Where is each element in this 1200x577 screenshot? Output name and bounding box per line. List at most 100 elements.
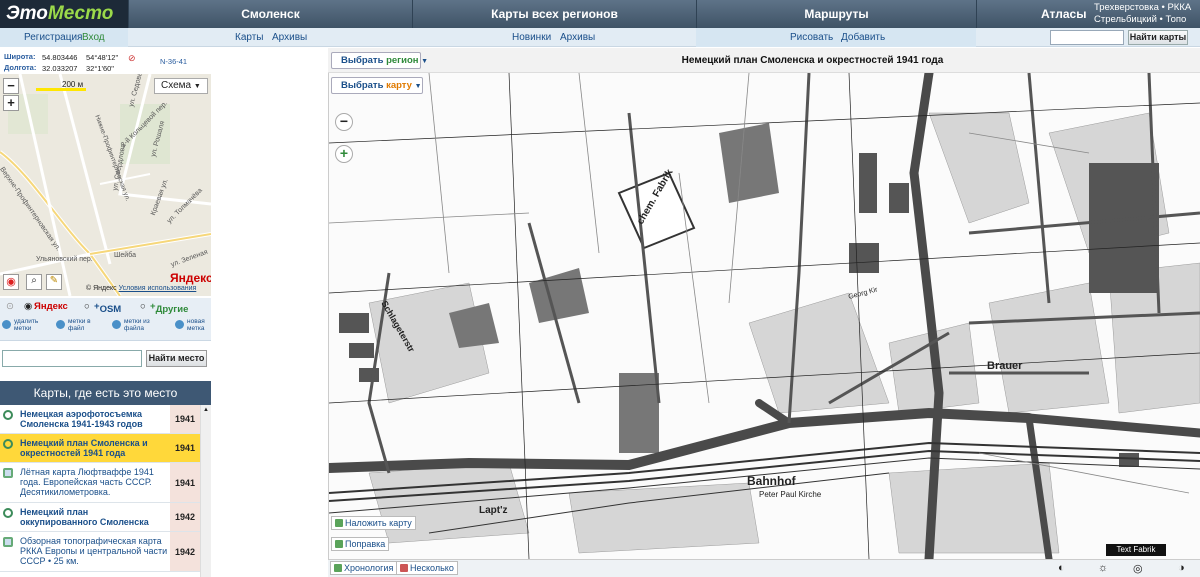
map-title[interactable]: Немецкая аэрофотосъемка Смоленска 1941-1… — [20, 409, 168, 429]
map-zoom-in-button[interactable]: + — [335, 145, 353, 163]
overlay-map-button[interactable]: Наложить карту — [331, 516, 416, 530]
layer-select[interactable]: Схема ▼ — [154, 78, 208, 94]
list-item[interactable]: Обзорная топографическая карта РККА Евро… — [0, 532, 200, 572]
quick-links-1[interactable]: Трехверстовка • РККА — [1094, 2, 1191, 13]
several-button[interactable]: Несколько — [396, 561, 458, 575]
maps-link[interactable]: Карты — [235, 32, 264, 43]
nav-routes[interactable]: Маршруты — [696, 0, 976, 28]
map-title[interactable]: Лётная карта Люфтваффе 1941 года. Европе… — [20, 467, 168, 497]
select-map-word: карту — [386, 80, 412, 91]
list-item[interactable]: Немецкий план оккупированного Смоленска … — [0, 503, 200, 532]
opacity-icon[interactable]: ◑ — [1178, 562, 1185, 574]
map-icon — [3, 508, 13, 518]
copyright: © Яндекс — [86, 285, 117, 292]
provider-other-label[interactable]: + Другие — [150, 301, 188, 315]
brightness-icon[interactable]: ☼ — [1098, 562, 1108, 574]
draw-link[interactable]: Рисовать — [790, 32, 833, 43]
sheet-id[interactable]: N-36-41 — [160, 57, 187, 66]
quick-links-2[interactable]: Стрельбицкий • Топо — [1094, 14, 1186, 25]
map-label: Bahnhof — [747, 474, 797, 488]
map-title[interactable]: Немецкий план оккупированного Смоленска — [20, 507, 168, 527]
map-title-bar: Немецкий план Смоленска и окрестностей 1… — [328, 48, 1200, 73]
find-maps-button[interactable]: Найти карты — [1128, 30, 1188, 45]
select-map-prefix: Выбрать — [341, 80, 387, 91]
chevron-down-icon: ▼ — [193, 83, 201, 90]
new-marker-button[interactable]: новая метка — [175, 318, 205, 332]
map-search-input[interactable] — [1050, 30, 1124, 45]
provider-yandex-label[interactable]: Яндекс — [34, 301, 68, 312]
map-zoom-out-button[interactable]: − — [335, 113, 353, 131]
tool-line: метка — [187, 325, 205, 332]
coordinates-panel: Широта: 54.803446 54°48'12" Долгота: 32.… — [0, 48, 211, 74]
tool-line: новая — [187, 318, 205, 325]
map-bottom-bar: Хронология Несколько ◐ ☼ ◎ ◑ — [328, 559, 1200, 577]
minimap-zoom-out-button[interactable]: − — [3, 78, 19, 94]
provider-yandex-radio[interactable]: ◉ — [24, 301, 32, 312]
mini-map[interactable]: − + 200 м Схема ▼ ул. Седова ул. Свердло… — [0, 74, 211, 296]
maps-list-scrollbar[interactable]: ▲ — [200, 405, 211, 577]
provider-osm-label[interactable]: + OSM — [94, 301, 121, 315]
map-title: Немецкий план Смоленска и окрестностей 1… — [681, 55, 944, 66]
find-place-button[interactable]: Найти место — [146, 350, 207, 367]
archives-link[interactable]: Архивы — [272, 32, 307, 43]
markers-to-file-button[interactable]: метки в файл — [56, 318, 91, 332]
several-icon — [400, 564, 408, 572]
historical-map[interactable]: chem. Fabrik Schlageterstr Bahnhof Peter… — [329, 73, 1200, 559]
map-label: Peter Paul Kirche — [759, 490, 822, 499]
place-search-input[interactable] — [2, 350, 142, 367]
scroll-up-icon[interactable]: ▲ — [203, 407, 209, 413]
overlay-label: Наложить карту — [345, 518, 412, 528]
tool-line: метки — [14, 325, 32, 332]
list-item[interactable]: Немецкая аэрофотосъемка Смоленска 1941-1… — [0, 405, 200, 434]
lat-value: 54.803446 — [42, 53, 78, 62]
map-icon — [3, 537, 13, 547]
news-link[interactable]: Новинки — [512, 32, 551, 43]
rotate-icon[interactable]: ◎ — [1133, 562, 1143, 575]
nav-atlases[interactable]: Атласы — [976, 0, 1088, 28]
markers-from-file-button[interactable]: метки из файла — [112, 318, 150, 332]
delete-markers-button[interactable]: удалить метки — [2, 318, 38, 332]
map-label: Lapt'z — [479, 505, 508, 516]
magnifier-icon[interactable]: ⌕ — [26, 274, 42, 290]
map-icon — [3, 439, 13, 449]
add-link[interactable]: Добавить — [841, 32, 885, 43]
map-icon — [3, 410, 13, 420]
map-title[interactable]: Немецкий план Смоленска и окрестностей 1… — [20, 438, 168, 458]
marker-icon — [175, 320, 184, 329]
street-label: Шейба — [114, 252, 136, 259]
select-region-button[interactable]: Выбрать регион ▼ — [331, 52, 428, 69]
tool-line: метки в — [68, 318, 91, 325]
routes-cell — [696, 28, 976, 47]
lat-dms: 54°48'12" — [86, 53, 119, 62]
archives2-link[interactable]: Архивы — [560, 32, 595, 43]
provider-selector: ⊙ ◉ Яндекс ○ + OSM ○ + Другие — [0, 298, 211, 315]
select-map-button[interactable]: Выбрать карту ▼ — [331, 77, 423, 94]
list-item-selected[interactable]: Немецкий план Смоленска и окрестностей 1… — [0, 434, 200, 463]
contrast-icon[interactable]: ◐ — [1058, 562, 1065, 574]
pin-icon[interactable]: ◉ — [3, 274, 19, 290]
login-link[interactable]: Вход — [82, 32, 105, 43]
maps-list-header: Карты, где есть это место — [0, 381, 211, 405]
import-icon — [112, 320, 121, 329]
map-title[interactable]: Обзорная топографическая карта РККА Евро… — [20, 536, 168, 566]
chronology-button[interactable]: Хронология — [330, 561, 398, 575]
compass-icon[interactable]: ⊘ — [128, 53, 136, 64]
ruler-icon[interactable]: ✎ — [46, 274, 62, 290]
map-year: 1941 — [170, 463, 200, 502]
site-logo[interactable]: ЭтоМесто — [0, 0, 128, 28]
export-icon — [56, 320, 65, 329]
chronology-icon — [334, 564, 342, 572]
map-year: 1941 — [170, 405, 200, 433]
top-bar: ЭтоМесто Смоленск Карты всех регионов Ма… — [0, 0, 1200, 28]
map-icon — [3, 468, 13, 478]
correction-button[interactable]: Поправка — [331, 537, 390, 551]
provider-osm-radio[interactable]: ○ — [84, 301, 90, 312]
tool-line: удалить — [14, 318, 39, 325]
nav-smolensk[interactable]: Смоленск — [128, 0, 412, 28]
list-item[interactable]: Лётная карта Люфтваффе 1941 года. Европе… — [0, 463, 200, 503]
provider-other-radio[interactable]: ○ — [140, 301, 146, 312]
nav-all-regions[interactable]: Карты всех регионов — [412, 0, 696, 28]
minimap-zoom-in-button[interactable]: + — [3, 95, 19, 111]
terms-link[interactable]: Условия использования — [119, 285, 197, 292]
register-link[interactable]: Регистрация — [24, 32, 82, 43]
